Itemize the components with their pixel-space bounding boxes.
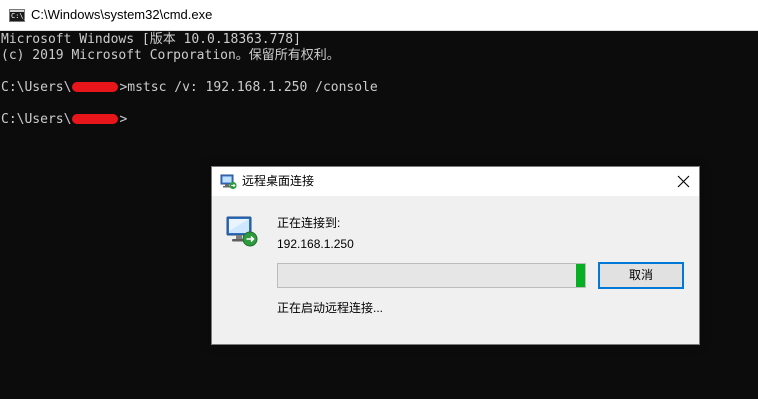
cmd-icon-text: C:\_ bbox=[11, 12, 28, 20]
prompt-path: C:\Users\ bbox=[1, 80, 72, 95]
command-text: mstsc /v: 192.168.1.250 /console bbox=[127, 80, 378, 95]
minimize-button[interactable] bbox=[620, 0, 666, 31]
close-icon bbox=[677, 175, 690, 188]
dialog-close-button[interactable] bbox=[669, 167, 699, 196]
remote-desktop-icon bbox=[220, 174, 237, 190]
progress-fill bbox=[576, 264, 585, 287]
console-line-command: C:\Users\ >mstsc /v: 192.168.1.250 /conso… bbox=[1, 80, 378, 96]
dialog-titlebar[interactable]: 远程桌面连接 bbox=[212, 167, 699, 196]
remote-desktop-dialog: 远程桌面连接 正在连接到: 192.168.1.250 取消 正在启动远程连接.… bbox=[211, 166, 700, 345]
close-window-button[interactable] bbox=[712, 0, 758, 31]
console-titlebar[interactable]: C:\_ C:\Windows\system32\cmd.exe bbox=[0, 0, 758, 31]
prompt-suffix: > bbox=[119, 112, 128, 127]
cmd-icon: C:\_ bbox=[9, 9, 28, 22]
dialog-title: 远程桌面连接 bbox=[242, 174, 315, 188]
connection-status-text: 正在启动远程连接... bbox=[277, 301, 384, 315]
redacted-username-mark bbox=[72, 114, 119, 124]
redacted-username-mark bbox=[72, 82, 119, 92]
maximize-button[interactable] bbox=[666, 0, 712, 31]
prompt-path: C:\Users\ bbox=[1, 112, 72, 127]
console-line-prompt: C:\Users\ > bbox=[1, 112, 127, 128]
console-line-version: Microsoft Windows [版本 10.0.18363.778] bbox=[1, 32, 301, 47]
window-controls bbox=[620, 0, 758, 31]
host-address: 192.168.1.250 bbox=[277, 237, 354, 251]
connecting-to-label: 正在连接到: bbox=[277, 216, 341, 230]
connection-progress-bar bbox=[277, 263, 586, 288]
remote-connection-icon bbox=[226, 216, 258, 247]
console-line-copyright: (c) 2019 Microsoft Corporation。保留所有权利。 bbox=[1, 48, 340, 63]
cancel-button[interactable]: 取消 bbox=[598, 262, 684, 289]
console-window-title: C:\Windows\system32\cmd.exe bbox=[31, 7, 213, 22]
